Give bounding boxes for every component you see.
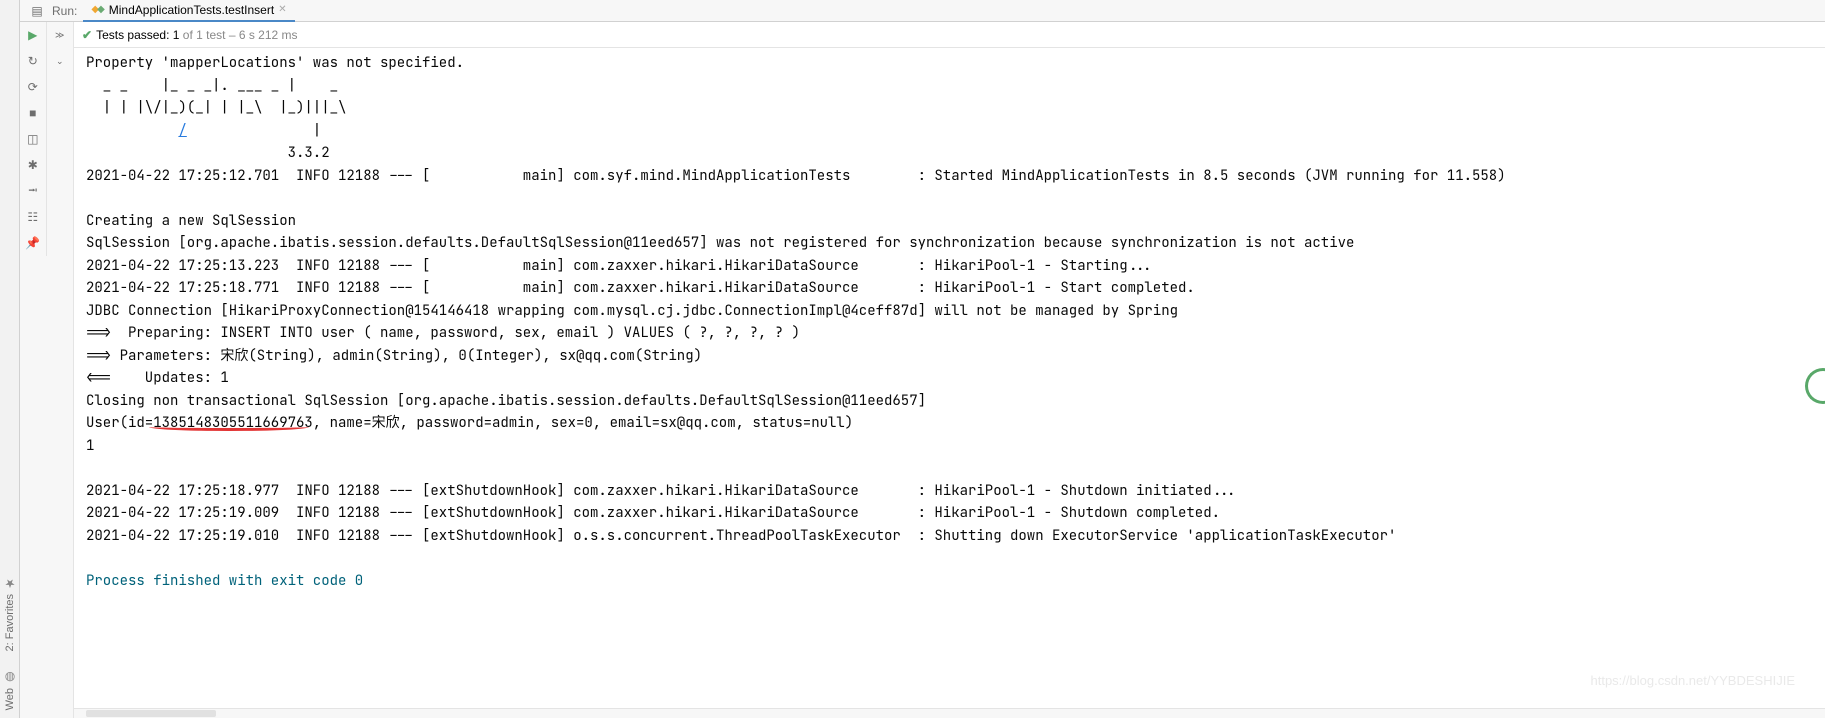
rerun-icon[interactable]: ▶ [24, 26, 42, 44]
console-line: <== Updates: 1 [86, 369, 229, 387]
console-line: 2021-04-22 17:25:12.701 INFO 12188 --- [… [86, 167, 1506, 185]
left-tool-rail: 2: Favorites ★ Web ◍ [0, 0, 20, 718]
console-line: _ _ |_ _ _|. ___ _ | _ [86, 77, 338, 95]
test-status-bar: ✔ Tests passed: 1 of 1 test – 6 s 212 ms [74, 22, 1825, 48]
body-row: ▶ ≫ ↻ ⌄ ⟳ ■ ◫ ✱ ⭲ ☷ 📌 ✔ Tests passed: 1 … [20, 22, 1825, 718]
debug-icon[interactable]: ✱ [24, 156, 42, 174]
console-line: 1 [86, 437, 94, 455]
console-line: ==> Preparing: INSERT INTO user ( name, … [86, 324, 800, 342]
console-line: | | |\/|_)(_| | |_\ |_)|||_\ [86, 99, 346, 117]
console-line: | [187, 122, 321, 140]
exit-code-line: Process finished with exit code 0 [86, 572, 363, 590]
web-tool[interactable]: Web ◍ [3, 670, 17, 710]
chevron-down-icon[interactable]: ⌄ [56, 56, 64, 67]
console-line: Closing non transactional SqlSession [or… [86, 392, 926, 410]
rerun-failed-icon[interactable]: ↻ [24, 52, 42, 70]
console-output[interactable]: Property 'mapperLocations' was not speci… [74, 48, 1825, 708]
content-column: ✔ Tests passed: 1 of 1 test – 6 s 212 ms… [74, 22, 1825, 718]
passed-prefix: Tests passed: [96, 28, 173, 42]
main-column: ▤ Run: ◆ ◆ MindApplicationTests.testInse… [20, 0, 1825, 718]
run-label: Run: [52, 4, 77, 18]
console-line: JDBC Connection [HikariProxyConnection@1… [86, 302, 1178, 320]
tab-title: MindApplicationTests.testInsert [109, 3, 274, 17]
progress-ring-icon [1805, 368, 1825, 404]
console-link[interactable]: / [178, 122, 186, 140]
run-top-bar: ▤ Run: ◆ ◆ MindApplicationTests.testInse… [20, 0, 1825, 22]
panel-icon[interactable]: ▤ [28, 2, 46, 20]
star-icon: ★ [3, 576, 17, 590]
console-line: SqlSession [org.apache.ibatis.session.de… [86, 234, 1354, 252]
globe-icon: ◍ [3, 670, 17, 684]
console-line: Property 'mapperLocations' was not speci… [86, 54, 464, 72]
console-line: 2021-04-22 17:25:19.009 INFO 12188 --- [… [86, 504, 1220, 522]
test-run-icon: ◆ [97, 4, 105, 15]
console-line: 2021-04-22 17:25:13.223 INFO 12188 --- [… [86, 257, 1153, 275]
exit-icon[interactable]: ⭲ [24, 182, 42, 200]
stop-icon[interactable]: ■ [24, 104, 42, 122]
run-tab[interactable]: ◆ ◆ MindApplicationTests.testInsert ✕ [83, 0, 294, 22]
dump-icon[interactable]: ◫ [24, 130, 42, 148]
time-text: – 6 s 212 ms [226, 28, 298, 42]
check-icon: ✔ [82, 28, 92, 42]
favorites-tool[interactable]: 2: Favorites ★ [3, 576, 17, 651]
console-line: ==> Parameters: 宋欣(String), admin(String… [86, 347, 702, 365]
console-line: 2021-04-22 17:25:19.010 INFO 12188 --- [… [86, 527, 1396, 545]
gutter-toolbar: ▶ ≫ ↻ ⌄ ⟳ ■ ◫ ✱ ⭲ ☷ 📌 [20, 22, 74, 718]
bottom-scroll-area [74, 708, 1825, 718]
red-underline-annotation [149, 423, 309, 431]
chevron-right-icon[interactable]: ≫ [55, 30, 64, 41]
of-text: of 1 test [179, 28, 225, 42]
console-line: 2021-04-22 17:25:18.977 INFO 12188 --- [… [86, 482, 1237, 500]
scrollbar-horizontal[interactable] [86, 710, 216, 717]
console-line: Creating a new SqlSession [86, 212, 296, 230]
favorites-label: 2: Favorites [4, 594, 16, 651]
watermark-text: https://blog.csdn.net/YYBDESHIJIE [1591, 670, 1796, 693]
close-icon[interactable]: ✕ [278, 4, 286, 15]
pin-icon[interactable]: 📌 [24, 234, 42, 252]
toggle-auto-icon[interactable]: ⟳ [24, 78, 42, 96]
layout-icon[interactable]: ☷ [24, 208, 42, 226]
console-line [86, 122, 178, 140]
console-line: 3.3.2 [86, 144, 338, 162]
web-label: Web [4, 688, 16, 710]
console-line: 2021-04-22 17:25:18.771 INFO 12188 --- [… [86, 279, 1195, 297]
